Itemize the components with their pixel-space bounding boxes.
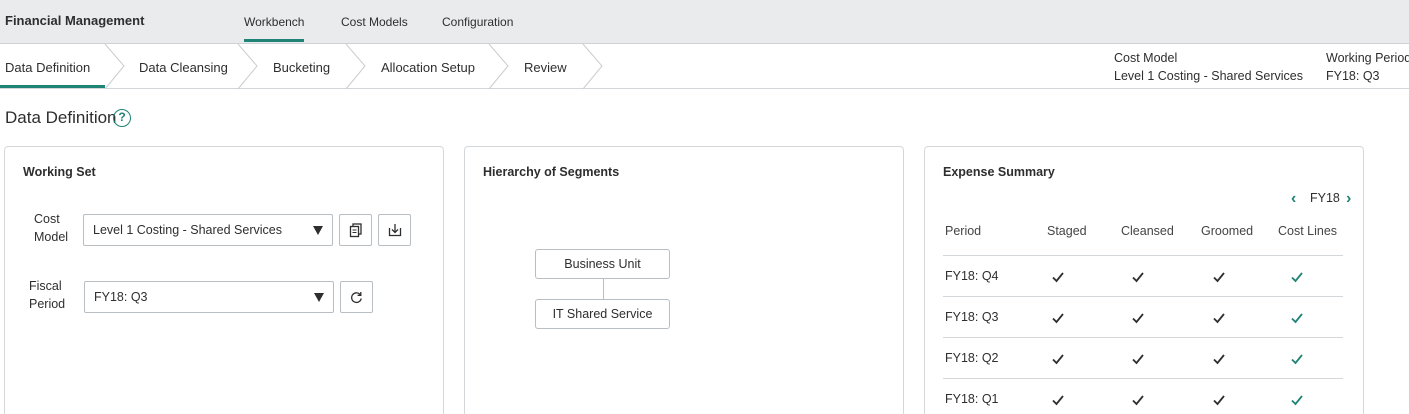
help-icon[interactable]: ?: [113, 109, 131, 127]
check-icon: [1132, 272, 1144, 283]
step-data-cleansing[interactable]: Data Cleansing: [139, 60, 228, 75]
cost-model-field-label: Cost Model: [34, 210, 68, 246]
cost-model-label-line1: Cost: [34, 212, 60, 226]
table-row: FY18: Q2: [943, 337, 1343, 378]
working-set-card: Working Set Cost Model Level 1 Costing -…: [4, 146, 444, 414]
chevron-down-icon: [314, 293, 324, 302]
check-icon: [1132, 354, 1144, 365]
refresh-period-button[interactable]: [340, 281, 373, 313]
column-header-groomed: Groomed: [1201, 224, 1254, 238]
page-title: Data Definition: [5, 108, 117, 127]
fiscal-period-label-line2: Period: [29, 297, 66, 311]
download-icon: [388, 224, 401, 237]
copy-icon: [349, 222, 362, 237]
cost-model-select-value: Level 1 Costing - Shared Services: [93, 223, 282, 237]
check-icon: [1291, 354, 1303, 365]
fiscal-period-select[interactable]: FY18: Q3: [84, 281, 334, 313]
check-icon: [1132, 313, 1144, 324]
download-cost-model-button[interactable]: [378, 214, 411, 246]
row-period: FY18: Q4: [945, 269, 999, 283]
hierarchy-connector: [603, 279, 604, 299]
check-icon: [1291, 272, 1303, 283]
hierarchy-card: Hierarchy of Segments Business Unit IT S…: [464, 146, 904, 414]
cost-model-context-label: Cost Model: [1114, 51, 1178, 65]
check-icon: [1052, 395, 1064, 406]
row-period: FY18: Q2: [945, 351, 999, 365]
segment-node-business-unit[interactable]: Business Unit: [535, 249, 670, 279]
step-allocation-setup[interactable]: Allocation Setup: [381, 60, 475, 75]
check-icon: [1291, 313, 1303, 324]
column-header-cost-lines: Cost Lines: [1278, 224, 1338, 238]
column-header-staged: Staged: [1047, 224, 1087, 238]
fiscal-period-select-value: FY18: Q3: [94, 290, 148, 304]
refresh-icon: [351, 291, 362, 303]
column-header-cleansed: Cleansed: [1121, 224, 1174, 238]
expense-summary-card: Expense Summary ‹ FY18 › Period Staged C…: [924, 146, 1364, 414]
table-row: FY18: Q4: [943, 255, 1343, 296]
copy-cost-model-button[interactable]: [339, 214, 372, 246]
check-icon: [1291, 395, 1303, 406]
tab-cost-models[interactable]: Cost Models: [341, 15, 408, 29]
year-label: FY18: [1310, 191, 1340, 205]
column-header-period: Period: [945, 224, 982, 238]
table-row: FY18: Q1: [943, 378, 1343, 414]
working-period-context-value: FY18: Q3: [1326, 69, 1380, 83]
check-icon: [1052, 313, 1064, 324]
active-step-indicator: [0, 85, 105, 88]
table-row: FY18: Q3: [943, 296, 1343, 337]
step-bucketing[interactable]: Bucketing: [273, 60, 330, 75]
check-icon: [1052, 272, 1064, 283]
check-icon: [1213, 354, 1225, 365]
row-period: FY18: Q1: [945, 392, 999, 406]
fiscal-period-field-label: Fiscal Period: [29, 277, 65, 313]
process-stepper: Data Definition Data Cleansing Bucketing…: [0, 44, 1409, 89]
working-set-title: Working Set: [23, 165, 96, 179]
expense-summary-title: Expense Summary: [943, 165, 1055, 179]
check-icon: [1052, 354, 1064, 365]
segment-node-it-shared-service[interactable]: IT Shared Service: [535, 299, 670, 329]
cost-model-select[interactable]: Level 1 Costing - Shared Services: [83, 214, 333, 246]
check-icon: [1213, 395, 1225, 406]
top-navigation-bar: Financial Management Workbench Cost Mode…: [0, 0, 1409, 44]
fiscal-period-label-line1: Fiscal: [29, 279, 62, 293]
step-review[interactable]: Review: [524, 60, 567, 75]
tab-workbench[interactable]: Workbench: [244, 15, 305, 42]
hierarchy-title: Hierarchy of Segments: [483, 165, 620, 179]
row-period: FY18: Q3: [945, 310, 999, 324]
chevron-left-icon[interactable]: ‹: [1291, 191, 1296, 207]
app-title: Financial Management: [5, 13, 145, 28]
check-icon: [1213, 313, 1225, 324]
chevron-down-icon: [313, 226, 323, 235]
step-data-definition[interactable]: Data Definition: [5, 60, 90, 75]
tab-configuration[interactable]: Configuration: [442, 15, 513, 29]
check-icon: [1132, 395, 1144, 406]
cost-model-label-line2: Model: [34, 230, 69, 244]
working-period-context-label: Working Period: [1326, 51, 1409, 65]
check-icon: [1213, 272, 1225, 283]
cost-model-context-value: Level 1 Costing - Shared Services: [1114, 69, 1303, 83]
chevron-right-icon[interactable]: ›: [1346, 191, 1351, 207]
